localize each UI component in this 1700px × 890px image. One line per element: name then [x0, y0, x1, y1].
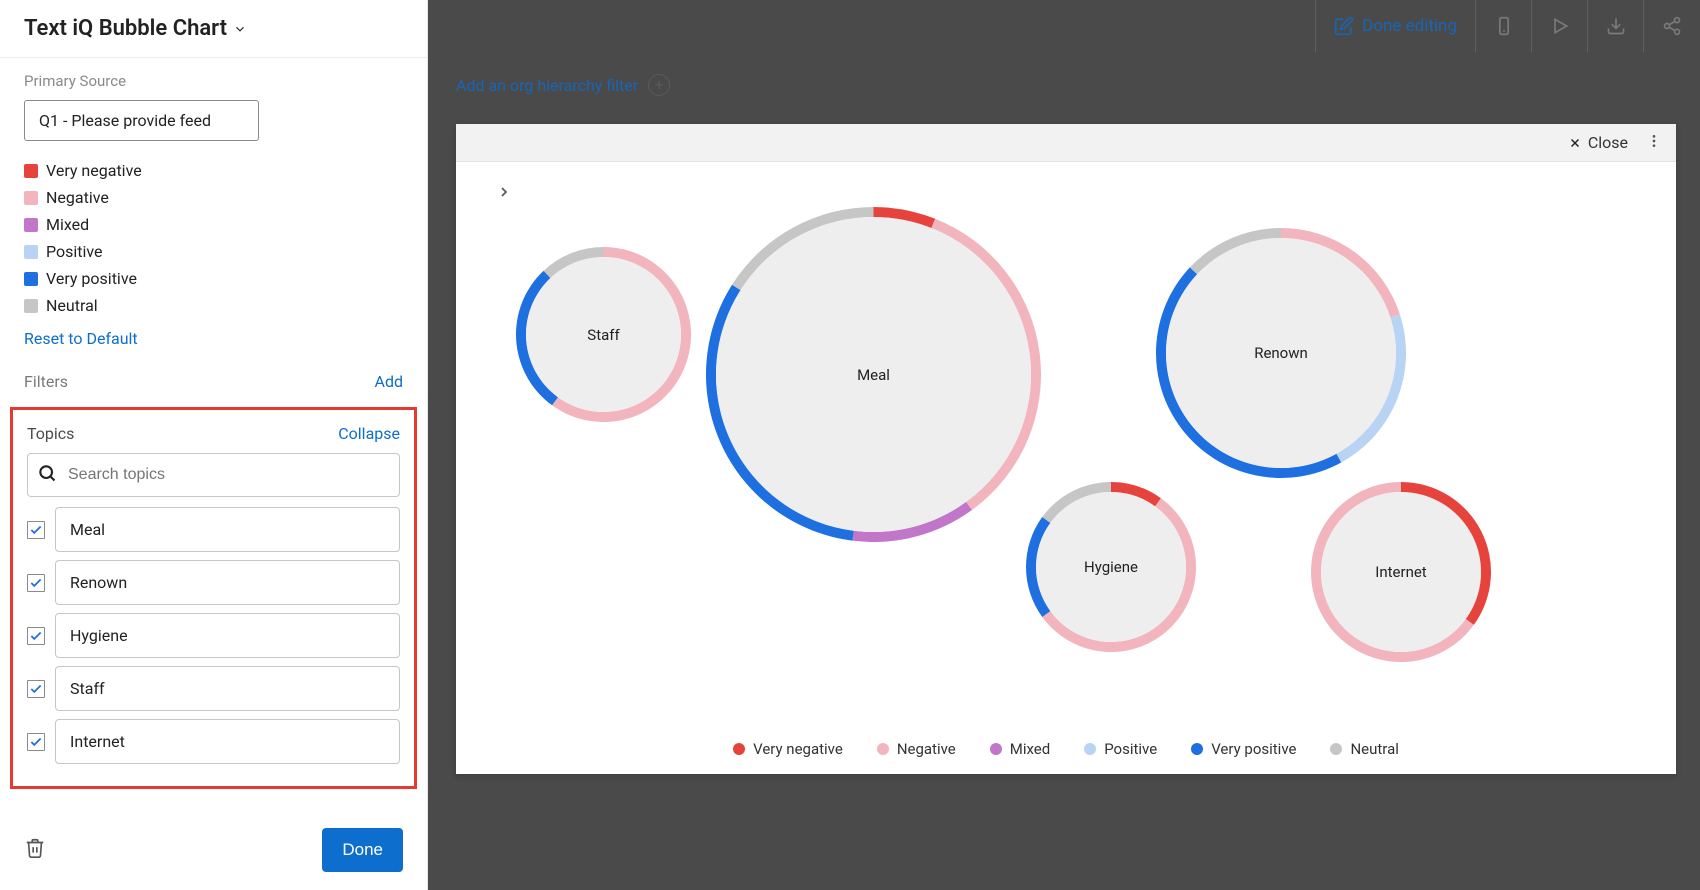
legend-label: Very positive — [1211, 740, 1296, 758]
topic-checkbox[interactable] — [27, 627, 45, 645]
topic-checkbox[interactable] — [27, 574, 45, 592]
done-editing-button[interactable]: Done editing — [1315, 0, 1476, 52]
widget-title: Text iQ Bubble Chart — [24, 16, 227, 41]
bubble-staff[interactable]: Staff — [516, 247, 691, 422]
topic-checkbox[interactable] — [27, 680, 45, 698]
legend-swatch — [24, 272, 38, 286]
bubble-label: Internet — [1375, 563, 1426, 581]
delete-widget-button[interactable] — [24, 837, 46, 863]
legend-swatch — [1330, 743, 1342, 755]
topic-value[interactable]: Meal — [55, 507, 400, 552]
legend-swatch — [24, 191, 38, 205]
config-sidebar: Text iQ Bubble Chart Primary Source Q1 -… — [0, 0, 428, 890]
chart-legend-item: Mixed — [990, 740, 1050, 758]
chart-legend-item: Very negative — [733, 740, 843, 758]
add-hierarchy-filter[interactable]: Add an org hierarchy filter + — [456, 74, 670, 96]
legend-label: Very positive — [46, 269, 137, 288]
search-icon — [37, 463, 57, 487]
bubble-renown[interactable]: Renown — [1156, 228, 1406, 478]
legend-label: Negative — [897, 740, 956, 758]
share-icon[interactable] — [1644, 0, 1700, 52]
close-widget-button[interactable]: Close — [1568, 133, 1628, 152]
hierarchy-label: Add an org hierarchy filter — [456, 76, 638, 95]
legend-item[interactable]: Very positive — [24, 265, 403, 292]
sidebar-header: Text iQ Bubble Chart — [0, 0, 427, 58]
chart-legend-item: Negative — [877, 740, 956, 758]
legend-label: Positive — [46, 242, 103, 261]
legend-swatch — [990, 743, 1002, 755]
primary-source-select[interactable]: Q1 - Please provide feed — [24, 100, 259, 141]
mobile-preview-icon[interactable] — [1476, 0, 1532, 52]
chart-legend: Very negative Negative Mixed Positive Very p… — [456, 740, 1676, 758]
bubble-hygiene[interactable]: Hygiene — [1026, 482, 1196, 652]
legend-item[interactable]: Mixed — [24, 211, 403, 238]
topic-row: Internet — [27, 719, 400, 764]
legend-swatch — [1084, 743, 1096, 755]
legend-swatch — [24, 164, 38, 178]
topic-row: Hygiene — [27, 613, 400, 658]
topic-row: Meal — [27, 507, 400, 552]
bubble-label: Hygiene — [1084, 558, 1138, 576]
legend-label: Mixed — [1010, 740, 1050, 758]
legend-item[interactable]: Very negative — [24, 157, 403, 184]
legend-label: Very negative — [46, 161, 142, 180]
add-filter-link[interactable]: Add — [375, 372, 403, 391]
topic-row: Renown — [27, 560, 400, 605]
topic-value[interactable]: Internet — [55, 719, 400, 764]
chart-legend-item: Neutral — [1330, 740, 1398, 758]
chevron-down-icon[interactable] — [233, 22, 247, 36]
plus-circle-icon: + — [648, 74, 670, 96]
legend-label: Neutral — [46, 296, 98, 315]
legend-swatch — [24, 218, 38, 232]
legend-swatch — [24, 299, 38, 313]
chart-widget: Close Meal Renown Staff Hygiene Internet Ver… — [456, 124, 1676, 774]
filters-label: Filters — [24, 372, 68, 391]
legend-label: Neutral — [1350, 740, 1398, 758]
topic-row: Staff — [27, 666, 400, 711]
done-button[interactable]: Done — [322, 828, 403, 872]
topic-value[interactable]: Hygiene — [55, 613, 400, 658]
reset-to-default-link[interactable]: Reset to Default — [0, 319, 427, 348]
topics-label: Topics — [27, 424, 74, 443]
bubble-meal[interactable]: Meal — [706, 207, 1041, 542]
widget-menu-icon[interactable] — [1646, 133, 1662, 153]
legend-label: Negative — [46, 188, 109, 207]
legend-item[interactable]: Positive — [24, 238, 403, 265]
collapse-link[interactable]: Collapse — [338, 424, 400, 443]
bubble-label: Staff — [587, 326, 619, 344]
sentiment-legend: Very negative Negative Mixed Positive Very p… — [0, 157, 427, 319]
legend-swatch — [877, 743, 889, 755]
topics-section-highlight: Topics Collapse Meal Renown Hygiene Staf… — [10, 407, 417, 789]
topic-value[interactable]: Staff — [55, 666, 400, 711]
topic-checkbox[interactable] — [27, 521, 45, 539]
canvas-area: Done editing Add an org hierarchy filter… — [428, 0, 1700, 890]
topic-value[interactable]: Renown — [55, 560, 400, 605]
chart-legend-item: Very positive — [1191, 740, 1296, 758]
legend-swatch — [733, 743, 745, 755]
legend-swatch — [24, 245, 38, 259]
filters-header: Filters Add — [0, 348, 427, 397]
topics-search-input[interactable] — [27, 453, 400, 497]
bubble-label: Meal — [857, 366, 890, 384]
legend-swatch — [1191, 743, 1203, 755]
legend-item[interactable]: Negative — [24, 184, 403, 211]
legend-label: Mixed — [46, 215, 89, 234]
legend-item[interactable]: Neutral — [24, 292, 403, 319]
chart-body: Meal Renown Staff Hygiene Internet Very nega… — [456, 162, 1676, 774]
chevron-right-icon[interactable] — [496, 184, 512, 204]
done-editing-label: Done editing — [1362, 16, 1457, 36]
legend-label: Positive — [1104, 740, 1157, 758]
primary-source-label: Primary Source — [0, 58, 427, 96]
topic-checkbox[interactable] — [27, 733, 45, 751]
play-icon[interactable] — [1532, 0, 1588, 52]
widget-header: Close — [456, 124, 1676, 162]
bubble-label: Renown — [1254, 344, 1308, 362]
chart-legend-item: Positive — [1084, 740, 1157, 758]
top-toolbar: Done editing — [428, 0, 1700, 52]
download-icon[interactable] — [1588, 0, 1644, 52]
legend-label: Very negative — [753, 740, 843, 758]
bubble-internet[interactable]: Internet — [1311, 482, 1491, 662]
close-label: Close — [1588, 133, 1628, 152]
